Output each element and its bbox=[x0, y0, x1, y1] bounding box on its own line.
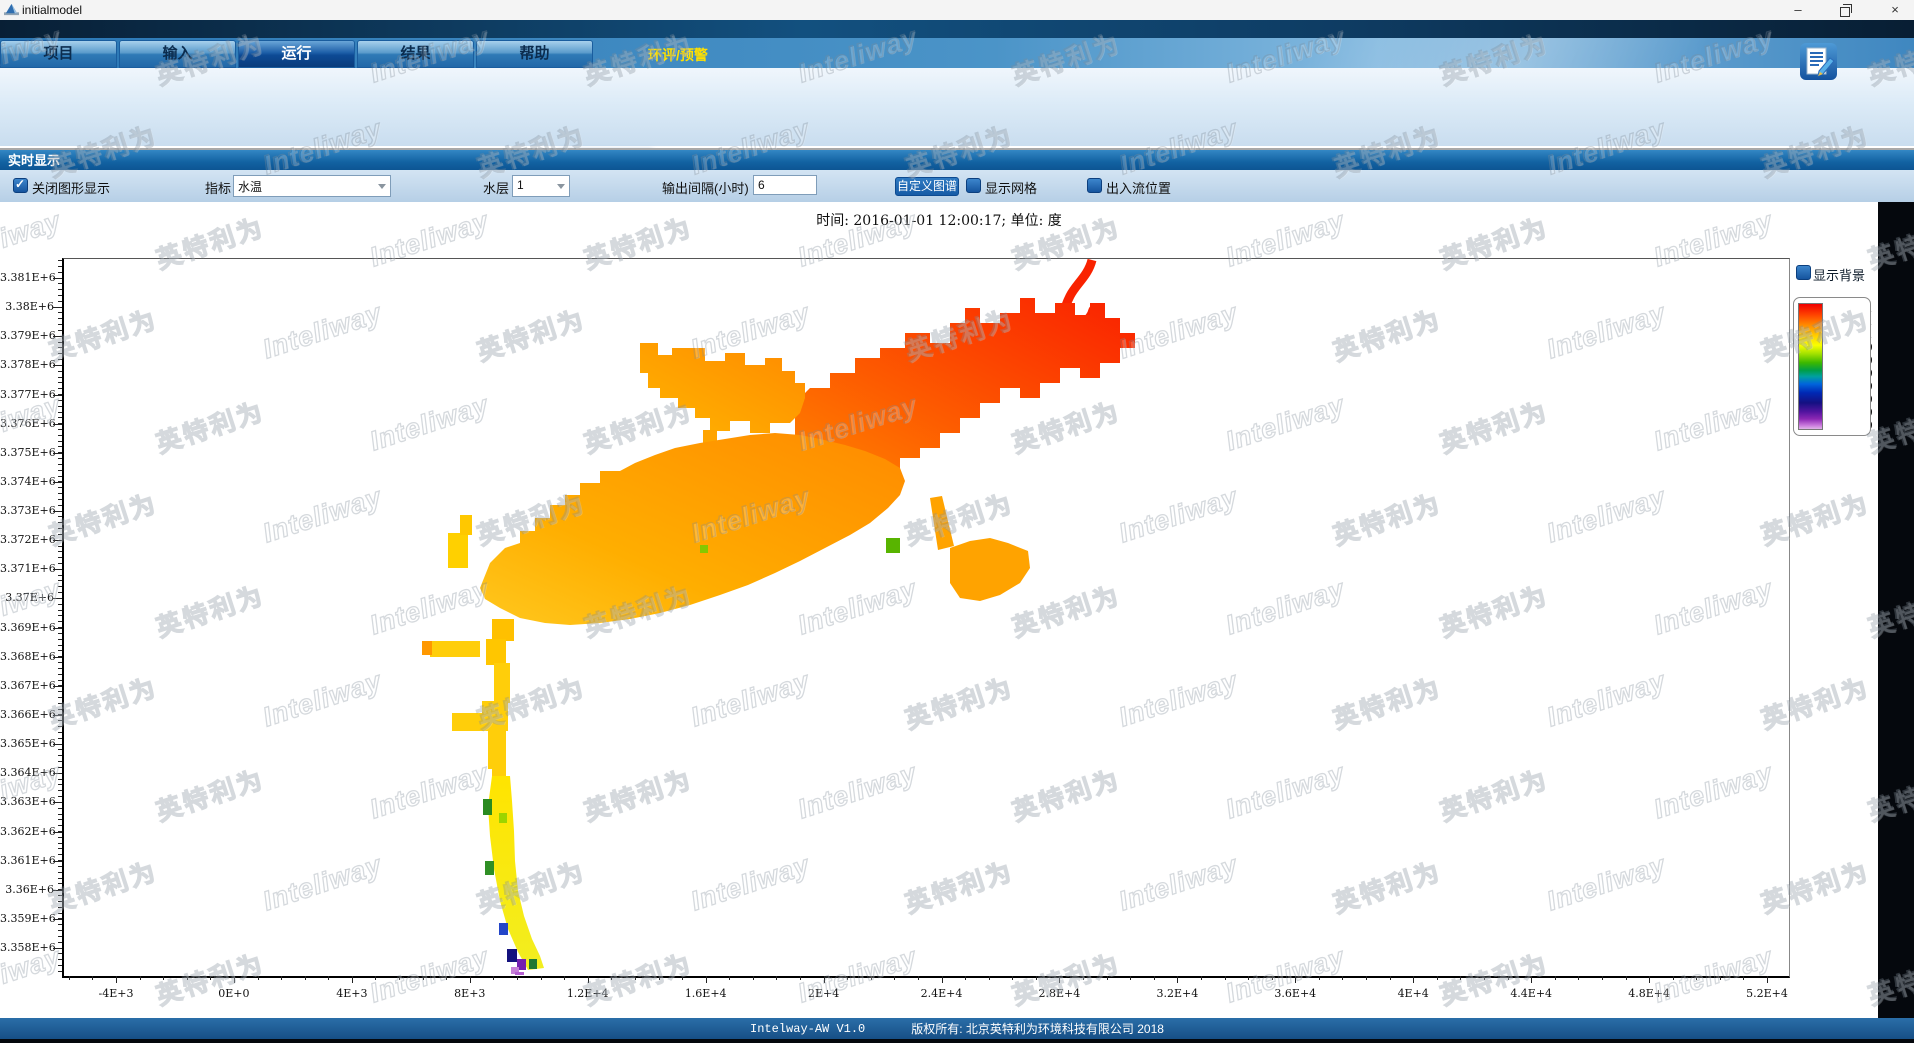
chevron-down-icon bbox=[378, 184, 386, 189]
unit-value: 度 bbox=[1048, 213, 1062, 229]
tab-row: 环评/预警 项目输入运行结果帮助 bbox=[0, 38, 1914, 68]
tab-help[interactable]: 帮助 bbox=[476, 40, 593, 68]
tab-project[interactable]: 项目 bbox=[0, 40, 117, 68]
minimize-button[interactable]: – bbox=[1783, 0, 1813, 19]
app-icon bbox=[4, 2, 19, 17]
time-label: 时间: bbox=[816, 213, 849, 229]
title-bar: initialmodel – × bbox=[0, 0, 1914, 21]
unit-label: 单位: bbox=[1011, 213, 1044, 229]
indicator-label: 指标 bbox=[205, 178, 231, 197]
ribbon-badge: 环评/预警 bbox=[648, 45, 708, 65]
bottom-edge bbox=[0, 1039, 1914, 1043]
time-value: 2016-01-01 12:00:17; bbox=[853, 213, 1006, 229]
inout-flow-label: 出入流位置 bbox=[1106, 178, 1171, 197]
toolbar: 运行模型 已运行 0%。 暂停运行 终止运行 错误信息 bbox=[0, 68, 1914, 146]
interval-input[interactable] bbox=[753, 175, 817, 195]
tab-run[interactable]: 运行 bbox=[238, 40, 355, 68]
colorbar-gradient bbox=[1798, 303, 1823, 430]
document-edit-icon[interactable] bbox=[1800, 43, 1837, 80]
indicator-value: 水温 bbox=[238, 178, 262, 195]
custom-colormap-button[interactable]: 自定义图谱 bbox=[895, 177, 959, 196]
chevron-down-icon bbox=[557, 184, 565, 189]
controls-row: 关闭图形显示 指标 水温 水层 1 输出间隔(小时) 自定义图谱 显示网格 出入… bbox=[0, 170, 1914, 203]
status-bar: Intelway-AW V1.0 版权所有: 北京英特利为环境科技有限公司 20… bbox=[0, 1018, 1914, 1039]
close-graphics-label: 关闭图形显示 bbox=[32, 178, 110, 197]
tab-result[interactable]: 结果 bbox=[357, 40, 474, 68]
copyright: 版权所有: 北京英特利为环境科技有限公司 2018 bbox=[911, 1020, 1164, 1037]
show-grid-label: 显示网格 bbox=[985, 178, 1037, 197]
ribbon-top-band bbox=[0, 20, 1914, 38]
window-title: initialmodel bbox=[22, 3, 82, 17]
right-edge-panel bbox=[1878, 202, 1914, 1018]
layer-select[interactable]: 1 bbox=[512, 175, 570, 197]
realtime-header-label: 实时显示 bbox=[8, 153, 60, 168]
layer-label: 水层 bbox=[483, 178, 509, 197]
temperature-map bbox=[62, 258, 1787, 975]
time-caption: 时间: 2016-01-01 12:00:17; 单位: 度 bbox=[0, 210, 1878, 230]
show-grid-checkbox[interactable] bbox=[966, 178, 981, 193]
show-background-checkbox[interactable] bbox=[1796, 265, 1811, 280]
restore-button[interactable] bbox=[1830, 0, 1860, 19]
interval-label: 输出间隔(小时) bbox=[662, 178, 749, 197]
tab-input[interactable]: 输入 bbox=[119, 40, 236, 68]
close-graphics-checkbox[interactable] bbox=[13, 178, 28, 193]
indicator-select[interactable]: 水温 bbox=[233, 175, 391, 197]
realtime-header: 实时显示 bbox=[0, 148, 1914, 170]
inout-flow-checkbox[interactable] bbox=[1087, 178, 1102, 193]
app-version: Intelway-AW V1.0 bbox=[750, 1022, 865, 1036]
layer-value: 1 bbox=[517, 178, 524, 192]
close-button[interactable]: × bbox=[1880, 0, 1910, 19]
show-background-label: 显示背景 bbox=[1813, 265, 1865, 284]
